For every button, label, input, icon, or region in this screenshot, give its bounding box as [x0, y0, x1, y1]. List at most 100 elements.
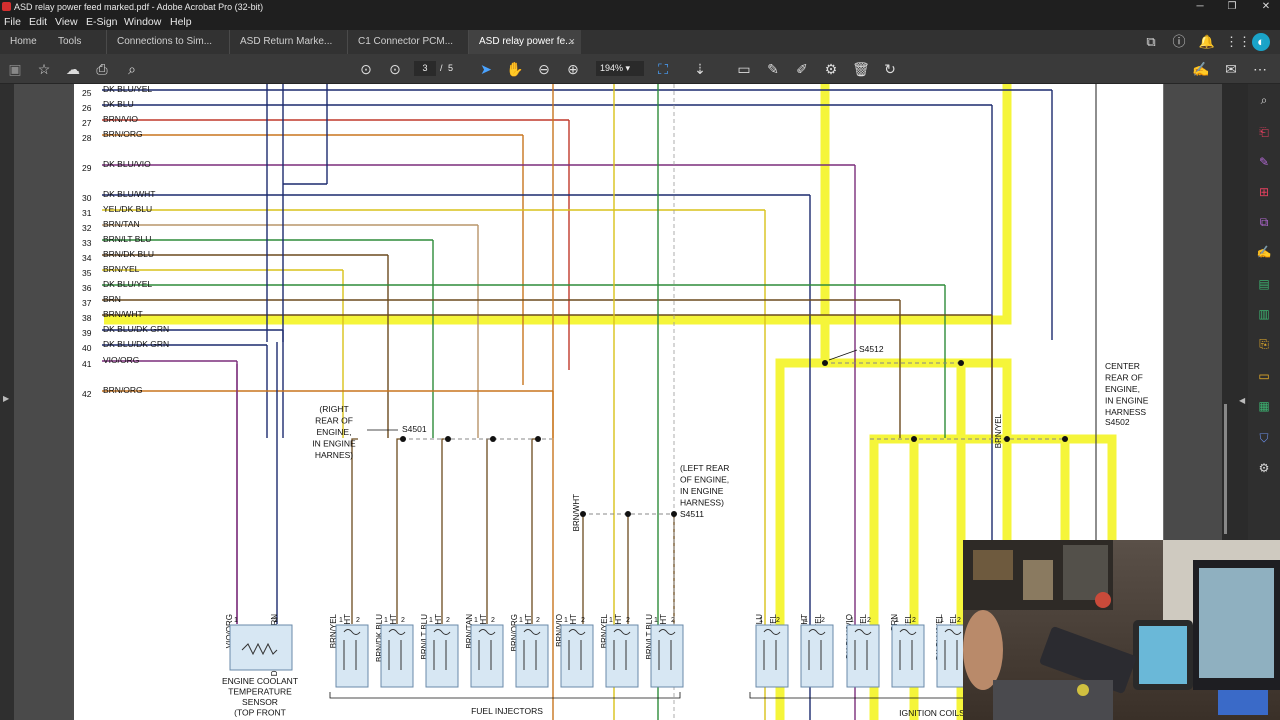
- notifications-bell-icon[interactable]: 🔔: [1198, 33, 1216, 51]
- tab-home[interactable]: Home: [10, 30, 37, 54]
- webcam-image: [963, 540, 1280, 720]
- organize-pages-icon[interactable]: ▤: [1256, 276, 1272, 292]
- find-magnifier-icon[interactable]: ⌕: [123, 60, 141, 78]
- help-icon[interactable]: ⓘ: [1170, 33, 1188, 51]
- row-number: 26: [82, 103, 92, 113]
- tab-document-4[interactable]: ASD relay power fe... ×: [468, 30, 581, 54]
- combine-files-icon[interactable]: ⧉: [1256, 214, 1272, 230]
- tab-label: ASD relay power fe...: [479, 36, 574, 47]
- pin-number: 1: [339, 617, 343, 624]
- sensor-label: ENGINE COOLANT: [222, 676, 298, 686]
- protect-shield-icon[interactable]: ⛉: [1256, 430, 1272, 446]
- page-number-input[interactable]: 3: [414, 61, 436, 76]
- tab-tools[interactable]: Tools: [58, 30, 81, 54]
- pin-number: 1: [609, 617, 613, 624]
- row-number: 40: [82, 343, 92, 353]
- maximize-icon[interactable]: ❐: [1222, 0, 1242, 14]
- ignition-coil-7: [891, 624, 925, 688]
- bookmark-star-icon[interactable]: ☆: [35, 60, 53, 78]
- comment-icon[interactable]: ▭: [735, 60, 753, 78]
- export-pdf-icon[interactable]: ⎗: [1256, 124, 1272, 140]
- hand-tool-icon[interactable]: ✋: [506, 60, 524, 78]
- minimize-icon[interactable]: ─: [1190, 0, 1210, 14]
- scroll-mode-icon[interactable]: ⇣: [691, 60, 709, 78]
- highlight-pen-icon[interactable]: ✎: [764, 60, 782, 78]
- fuel-injector-3: [425, 624, 459, 688]
- sensor-label: SENSOR: [242, 697, 278, 707]
- edit-tools-icon[interactable]: ⚙: [822, 60, 840, 78]
- splice-note: ENGINE,: [1105, 384, 1140, 394]
- left-navigation-panel: ▶: [0, 84, 14, 720]
- scan-ocr-icon[interactable]: ⎘: [1256, 336, 1272, 352]
- splice-s4501-dot: [445, 436, 451, 442]
- menu-view[interactable]: View: [55, 14, 78, 30]
- edit-pdf-icon[interactable]: ✎: [1256, 154, 1272, 170]
- share-screen-icon[interactable]: ⧉: [1142, 33, 1160, 51]
- tab-label: ASD Return Marke...: [240, 36, 333, 47]
- rotate-icon[interactable]: ↻: [881, 60, 899, 78]
- row-number: 36: [82, 283, 92, 293]
- user-avatar[interactable]: ◐: [1252, 33, 1270, 51]
- print-icon[interactable]: ⎙: [93, 60, 111, 78]
- splice-note: IN ENGINE: [312, 439, 356, 449]
- upload-cloud-icon[interactable]: ☁: [64, 60, 82, 78]
- fill-sign-side-icon[interactable]: ✍: [1256, 244, 1272, 260]
- fuel-injector-6: [560, 624, 594, 688]
- zoom-level-select[interactable]: 194% ▾: [596, 61, 644, 76]
- row-number: 25: [82, 88, 92, 98]
- splice-s4511-dot: [580, 511, 586, 517]
- apps-grid-icon[interactable]: ⋮⋮: [1225, 33, 1251, 51]
- tab-document-3[interactable]: C1 Connector PCM...: [347, 30, 466, 54]
- pin-number: 1: [519, 617, 523, 624]
- tab-document-2[interactable]: ASD Return Marke...: [229, 30, 348, 54]
- more-options-icon[interactable]: ⋯: [1251, 60, 1269, 78]
- menu-esign[interactable]: E-Sign: [86, 14, 118, 30]
- row-number: 32: [82, 223, 92, 233]
- expand-left-panel-icon[interactable]: ▶: [3, 394, 9, 403]
- more-tools-icon[interactable]: ⚙: [1256, 460, 1272, 476]
- collapse-right-panel-icon[interactable]: ◀: [1239, 396, 1245, 405]
- tab-document-1[interactable]: Connections to Sim...: [106, 30, 229, 54]
- comment-side-icon[interactable]: ▭: [1256, 368, 1272, 384]
- close-window-icon[interactable]: ✕: [1256, 0, 1276, 14]
- title-bar: ASD relay power feed marked.pdf - Adobe …: [0, 0, 1280, 14]
- row-number: 41: [82, 359, 92, 369]
- menu-window[interactable]: Window: [124, 14, 161, 30]
- fill-sign-icon[interactable]: ✍: [1192, 60, 1210, 78]
- draw-icon[interactable]: ✐: [793, 60, 811, 78]
- injector-feed-wire: [396, 438, 403, 624]
- row-wire-label: BRN/LT BLU: [103, 234, 151, 244]
- fit-page-icon[interactable]: ⛶: [654, 60, 672, 78]
- compress-icon[interactable]: ▥: [1256, 306, 1272, 322]
- email-icon[interactable]: ✉: [1222, 60, 1240, 78]
- tab-label: Connections to Sim...: [117, 36, 213, 47]
- menu-edit[interactable]: Edit: [29, 14, 47, 30]
- previous-page-icon[interactable]: ⊙: [357, 60, 375, 78]
- menu-help[interactable]: Help: [170, 14, 192, 30]
- injector-feed-wire: [351, 438, 358, 624]
- row-number: 33: [82, 238, 92, 248]
- webcam-overlay: [963, 540, 1280, 720]
- save-icon[interactable]: ▣: [6, 60, 24, 78]
- row-wire-label: DK BLU/YEL: [103, 279, 152, 289]
- search-icon[interactable]: ⌕: [1256, 92, 1272, 108]
- row-wire-label: DK BLU/WHT: [103, 189, 155, 199]
- delete-trash-icon[interactable]: 🗑: [852, 60, 870, 78]
- create-pdf-icon[interactable]: ⊞: [1256, 184, 1272, 200]
- next-page-icon[interactable]: ⊙: [386, 60, 404, 78]
- injector-feed-wire: [441, 438, 448, 624]
- pin-number: 1: [564, 617, 568, 624]
- select-cursor-icon[interactable]: ➤: [477, 60, 495, 78]
- row-wire-label: BRN/ORG: [103, 385, 143, 395]
- menu-file[interactable]: File: [4, 14, 21, 30]
- tab-close-icon[interactable]: ×: [569, 30, 575, 54]
- sensor-label: TEMPERATURE: [228, 687, 292, 697]
- zoom-in-icon[interactable]: ⊕: [564, 60, 582, 78]
- scrollbar-thumb[interactable]: [1224, 404, 1227, 534]
- fuel-injector-2: [380, 624, 414, 688]
- splice-id: S4512: [859, 344, 884, 354]
- zoom-out-icon[interactable]: ⊖: [535, 60, 553, 78]
- measure-icon[interactable]: ▦: [1256, 398, 1272, 414]
- splice-id: S4501: [402, 424, 427, 434]
- row-wire-label: YEL/DK BLU: [103, 204, 152, 214]
